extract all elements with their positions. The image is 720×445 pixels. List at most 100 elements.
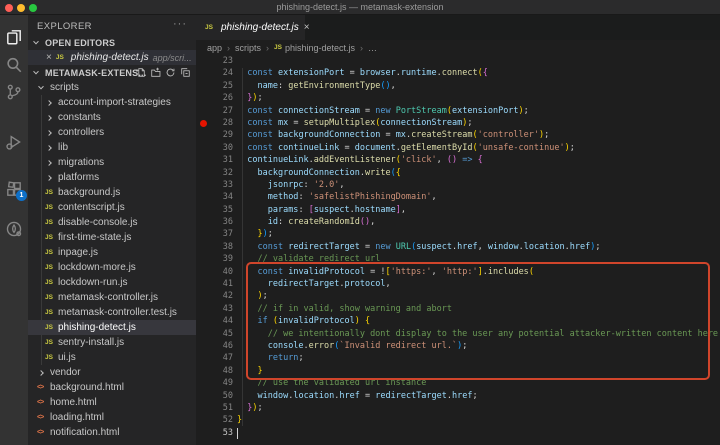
code-line-33[interactable]: 33 jsonrpc: '2.0', [196, 179, 720, 191]
code-line-37[interactable]: 37 }); [196, 228, 720, 240]
open-editors-section[interactable]: OPEN EDITORS [28, 35, 196, 50]
source-control-icon[interactable] [5, 83, 23, 101]
tree-item-metamask-controller.test.js[interactable]: JSmetamask-controller.test.js [28, 305, 196, 320]
tree-item-controllers[interactable]: controllers [28, 125, 196, 140]
tree-item-migrations[interactable]: migrations [28, 155, 196, 170]
tree-item-lockdown-more.js[interactable]: JSlockdown-more.js [28, 260, 196, 275]
code-line-53[interactable]: 53 [196, 427, 720, 439]
code-line-28[interactable]: 28 const mx = setupMultiplex(connectionS… [196, 117, 720, 129]
tree-item-notification.html[interactable]: <>notification.html [28, 425, 196, 440]
code-line-30[interactable]: 30 const continueLink = document.getElem… [196, 142, 720, 154]
gutter[interactable]: 30 [196, 142, 237, 154]
gutter[interactable]: 53 [196, 427, 237, 439]
gutter[interactable]: 35 [196, 204, 237, 216]
gutter[interactable]: 40 [196, 266, 237, 278]
gutter[interactable]: 33 [196, 179, 237, 191]
code-line-35[interactable]: 35 params: [suspect.hostname], [196, 204, 720, 216]
open-editor-item[interactable]: × JS phishing-detect.js app/scri... [28, 50, 196, 65]
close-editor-icon[interactable]: × [46, 53, 52, 63]
tree-item-loading.html[interactable]: <>loading.html [28, 410, 196, 425]
search-icon[interactable] [5, 56, 23, 74]
code-line-39[interactable]: 39 // validate redirect url [196, 253, 720, 265]
tab-phishing-detect[interactable]: JS phishing-detect.js × [196, 15, 305, 40]
code-line-34[interactable]: 34 method: 'safelistPhishingDomain', [196, 191, 720, 203]
code-line-40[interactable]: 40 const invalidProtocol = !['https:', '… [196, 266, 720, 278]
code-line-48[interactable]: 48 } [196, 365, 720, 377]
tree-item-lib[interactable]: lib [28, 140, 196, 155]
tree-item-background.html[interactable]: <>background.html [28, 380, 196, 395]
code-line-23[interactable]: 23 [196, 55, 720, 67]
tree-item-disable-console.js[interactable]: JSdisable-console.js [28, 215, 196, 230]
tree-item-lockdown-run.js[interactable]: JSlockdown-run.js [28, 275, 196, 290]
code-line-38[interactable]: 38 const redirectTarget = new URL(suspec… [196, 241, 720, 253]
tree-item-ui.js[interactable]: JSui.js [28, 350, 196, 365]
circular-extension-icon[interactable] [5, 220, 23, 238]
gutter[interactable]: 39 [196, 253, 237, 265]
more-actions-icon[interactable]: ··· [173, 18, 187, 30]
breadcrumb-item-0[interactable]: app [207, 43, 222, 53]
new-file-icon[interactable] [135, 67, 146, 78]
gutter[interactable]: 24 [196, 67, 237, 79]
code-line-43[interactable]: 43 // if in valid, show warning and abor… [196, 303, 720, 315]
gutter[interactable]: 26 [196, 92, 237, 104]
breadcrumb-item-1[interactable]: scripts [235, 43, 261, 53]
close-tab-icon[interactable]: × [304, 22, 310, 33]
breadcrumb-item-2[interactable]: JSphishing-detect.js [274, 43, 355, 53]
code-line-31[interactable]: 31 continueLink.addEventListener('click'… [196, 154, 720, 166]
refresh-icon[interactable] [165, 67, 176, 78]
code-area[interactable]: 2324 const extensionPort = browser.runti… [196, 55, 720, 445]
gutter[interactable]: 25 [196, 80, 237, 92]
gutter[interactable]: 34 [196, 191, 237, 203]
code-line-26[interactable]: 26 }); [196, 92, 720, 104]
tree-item-constants[interactable]: constants [28, 110, 196, 125]
tree-item-account-import-strategies[interactable]: account-import-strategies [28, 95, 196, 110]
gutter[interactable]: 46 [196, 340, 237, 352]
code-line-36[interactable]: 36 id: createRandomId(), [196, 216, 720, 228]
gutter[interactable]: 52 [196, 414, 237, 426]
gutter[interactable]: 28 [196, 117, 237, 129]
tree-item-scripts[interactable]: scripts [28, 80, 196, 95]
gutter[interactable]: 47 [196, 352, 237, 364]
code-line-25[interactable]: 25 name: getEnvironmentType(), [196, 80, 720, 92]
gutter[interactable]: 41 [196, 278, 237, 290]
tree-item-sentry-install.js[interactable]: JSsentry-install.js [28, 335, 196, 350]
code-line-49[interactable]: 49 // use the validated url instance [196, 377, 720, 389]
gutter[interactable]: 29 [196, 129, 237, 141]
gutter[interactable]: 50 [196, 390, 237, 402]
tree-item-home.html[interactable]: <>home.html [28, 395, 196, 410]
gutter[interactable]: 45 [196, 328, 237, 340]
code-line-50[interactable]: 50 window.location.href = redirectTarget… [196, 390, 720, 402]
tree-item-background.js[interactable]: JSbackground.js [28, 185, 196, 200]
code-line-42[interactable]: 42 ); [196, 290, 720, 302]
tree-item-platforms[interactable]: platforms [28, 170, 196, 185]
gutter[interactable]: 31 [196, 154, 237, 166]
extensions-icon[interactable]: 1 [5, 180, 23, 198]
code-line-46[interactable]: 46 console.error(`Invalid redirect url.`… [196, 340, 720, 352]
gutter[interactable]: 23 [196, 55, 237, 67]
tree-item-contentscript.js[interactable]: JScontentscript.js [28, 200, 196, 215]
code-line-27[interactable]: 27 const connectionStream = new PortStre… [196, 105, 720, 117]
gutter[interactable]: 37 [196, 228, 237, 240]
code-line-47[interactable]: 47 return; [196, 352, 720, 364]
code-line-41[interactable]: 41 redirectTarget.protocol, [196, 278, 720, 290]
run-debug-icon[interactable] [5, 133, 23, 151]
gutter[interactable]: 42 [196, 290, 237, 302]
tree-item-metamask-controller.js[interactable]: JSmetamask-controller.js [28, 290, 196, 305]
code-line-51[interactable]: 51 }); [196, 402, 720, 414]
gutter[interactable]: 43 [196, 303, 237, 315]
gutter[interactable]: 44 [196, 315, 237, 327]
breadcrumb-item-3[interactable]: … [368, 43, 377, 53]
code-line-45[interactable]: 45 // we intentionally dont display to t… [196, 328, 720, 340]
gutter[interactable]: 36 [196, 216, 237, 228]
code-line-24[interactable]: 24 const extensionPort = browser.runtime… [196, 67, 720, 79]
gutter[interactable]: 49 [196, 377, 237, 389]
code-line-32[interactable]: 32 backgroundConnection.write({ [196, 167, 720, 179]
gutter[interactable]: 38 [196, 241, 237, 253]
tree-item-first-time-state.js[interactable]: JSfirst-time-state.js [28, 230, 196, 245]
tree-item-inpage.js[interactable]: JSinpage.js [28, 245, 196, 260]
explorer-icon[interactable] [5, 28, 23, 46]
gutter[interactable]: 51 [196, 402, 237, 414]
gutter[interactable]: 48 [196, 365, 237, 377]
gutter[interactable]: 32 [196, 167, 237, 179]
tree-item-vendor[interactable]: vendor [28, 365, 196, 380]
